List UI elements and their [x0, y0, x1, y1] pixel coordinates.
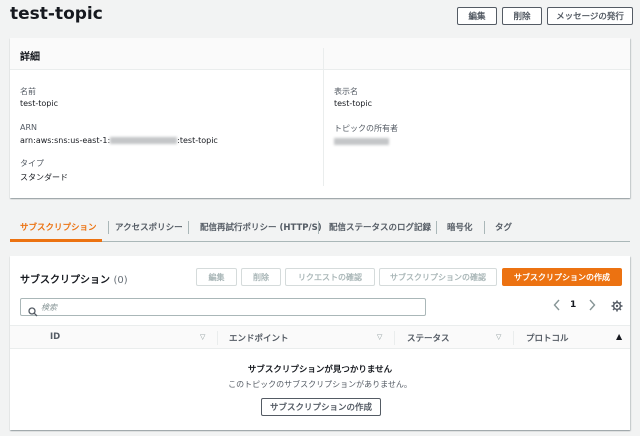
column-header-endpoint[interactable]: エンドポイント: [229, 332, 289, 344]
arn-label: ARN: [20, 123, 38, 132]
gear-icon[interactable]: [611, 300, 623, 315]
edit-button[interactable]: 編集: [457, 7, 497, 25]
subscription-edit-button[interactable]: 編集: [196, 268, 237, 286]
column-header-id[interactable]: ID: [50, 332, 60, 342]
tab-encryption[interactable]: 暗号化: [447, 212, 473, 241]
search-placeholder: 検索: [41, 303, 57, 312]
redacted-owner-id: [334, 138, 389, 145]
tab-access-policy[interactable]: アクセスポリシー: [115, 212, 183, 241]
column-separator[interactable]: [217, 331, 218, 345]
search-input[interactable]: 検索: [20, 298, 426, 317]
subscriptions-title: サブスクリプション: [20, 275, 110, 286]
delete-button[interactable]: 削除: [502, 7, 542, 25]
chevron-right-icon[interactable]: [588, 299, 596, 314]
type-label: タイプ: [20, 159, 44, 168]
search-icon: [28, 302, 38, 321]
confirm-subscription-button[interactable]: サブスクリプションの確認: [379, 268, 497, 286]
empty-state-title: サブスクリプションが見つかりません: [247, 365, 393, 375]
details-heading: 詳細: [20, 52, 40, 63]
owner-value: [334, 137, 389, 146]
page-number[interactable]: 1: [570, 300, 576, 310]
sort-icon[interactable]: ▽: [377, 333, 382, 341]
subscriptions-count: (0): [113, 275, 128, 286]
type-value: スタンダード: [20, 173, 68, 182]
page-title: test-topic: [10, 4, 103, 24]
tab-separator: [484, 221, 485, 234]
create-subscription-button[interactable]: サブスクリプションの作成: [502, 268, 622, 286]
details-divider: [323, 48, 324, 186]
tab-tags[interactable]: タグ: [495, 212, 512, 241]
subscription-delete-button[interactable]: 削除: [241, 268, 281, 286]
name-value: test-topic: [20, 99, 58, 108]
display-name-label: 表示名: [334, 87, 358, 96]
active-tab-indicator: [10, 239, 102, 242]
sort-ascending-icon[interactable]: ▲: [616, 332, 622, 341]
owner-label: トピックの所有者: [334, 124, 398, 133]
table-header: ID ▽ エンドポイント ▽ ステータス ▽ プロトコル ▲: [10, 325, 630, 349]
display-name-value: test-topic: [334, 99, 372, 108]
arn-suffix: :test-topic: [177, 136, 218, 145]
empty-state-description: このトピックのサブスクリプションがありません。: [228, 380, 412, 389]
arn-prefix: arn:aws:sns:us-east-1:: [20, 136, 111, 145]
column-header-protocol[interactable]: プロトコル: [526, 332, 569, 344]
tab-separator: [188, 221, 189, 234]
details-panel-header: [10, 38, 630, 70]
tab-separator: [436, 221, 437, 234]
sort-icon[interactable]: ▽: [496, 333, 501, 341]
arn-value: arn:aws:sns:us-east-1: :test-topic: [20, 136, 218, 145]
column-header-status[interactable]: ステータス: [407, 332, 450, 344]
tab-separator: [318, 221, 319, 234]
subscriptions-heading: サブスクリプション (0): [20, 271, 128, 286]
column-separator[interactable]: [513, 331, 514, 345]
tab-delivery-status-logging[interactable]: 配信ステータスのログ記録: [329, 212, 431, 241]
chevron-left-icon[interactable]: [553, 299, 561, 314]
publish-message-button[interactable]: メッセージの発行: [547, 7, 633, 25]
details-panel: [10, 38, 630, 198]
sort-icon[interactable]: ▽: [200, 333, 205, 341]
request-confirmation-button[interactable]: リクエストの確認: [285, 268, 375, 286]
tab-delivery-retry-policy[interactable]: 配信再試行ポリシー (HTTP/S): [200, 212, 322, 241]
redacted-account-id: [110, 137, 178, 144]
tab-bar: サブスクリプション アクセスポリシー 配信再試行ポリシー (HTTP/S) 配信…: [10, 212, 630, 242]
tab-subscriptions[interactable]: サブスクリプション: [20, 212, 97, 241]
empty-state-create-subscription-button[interactable]: サブスクリプションの作成: [261, 398, 381, 416]
tab-separator: [108, 221, 109, 234]
name-label: 名前: [20, 87, 36, 96]
column-separator[interactable]: [394, 331, 395, 345]
